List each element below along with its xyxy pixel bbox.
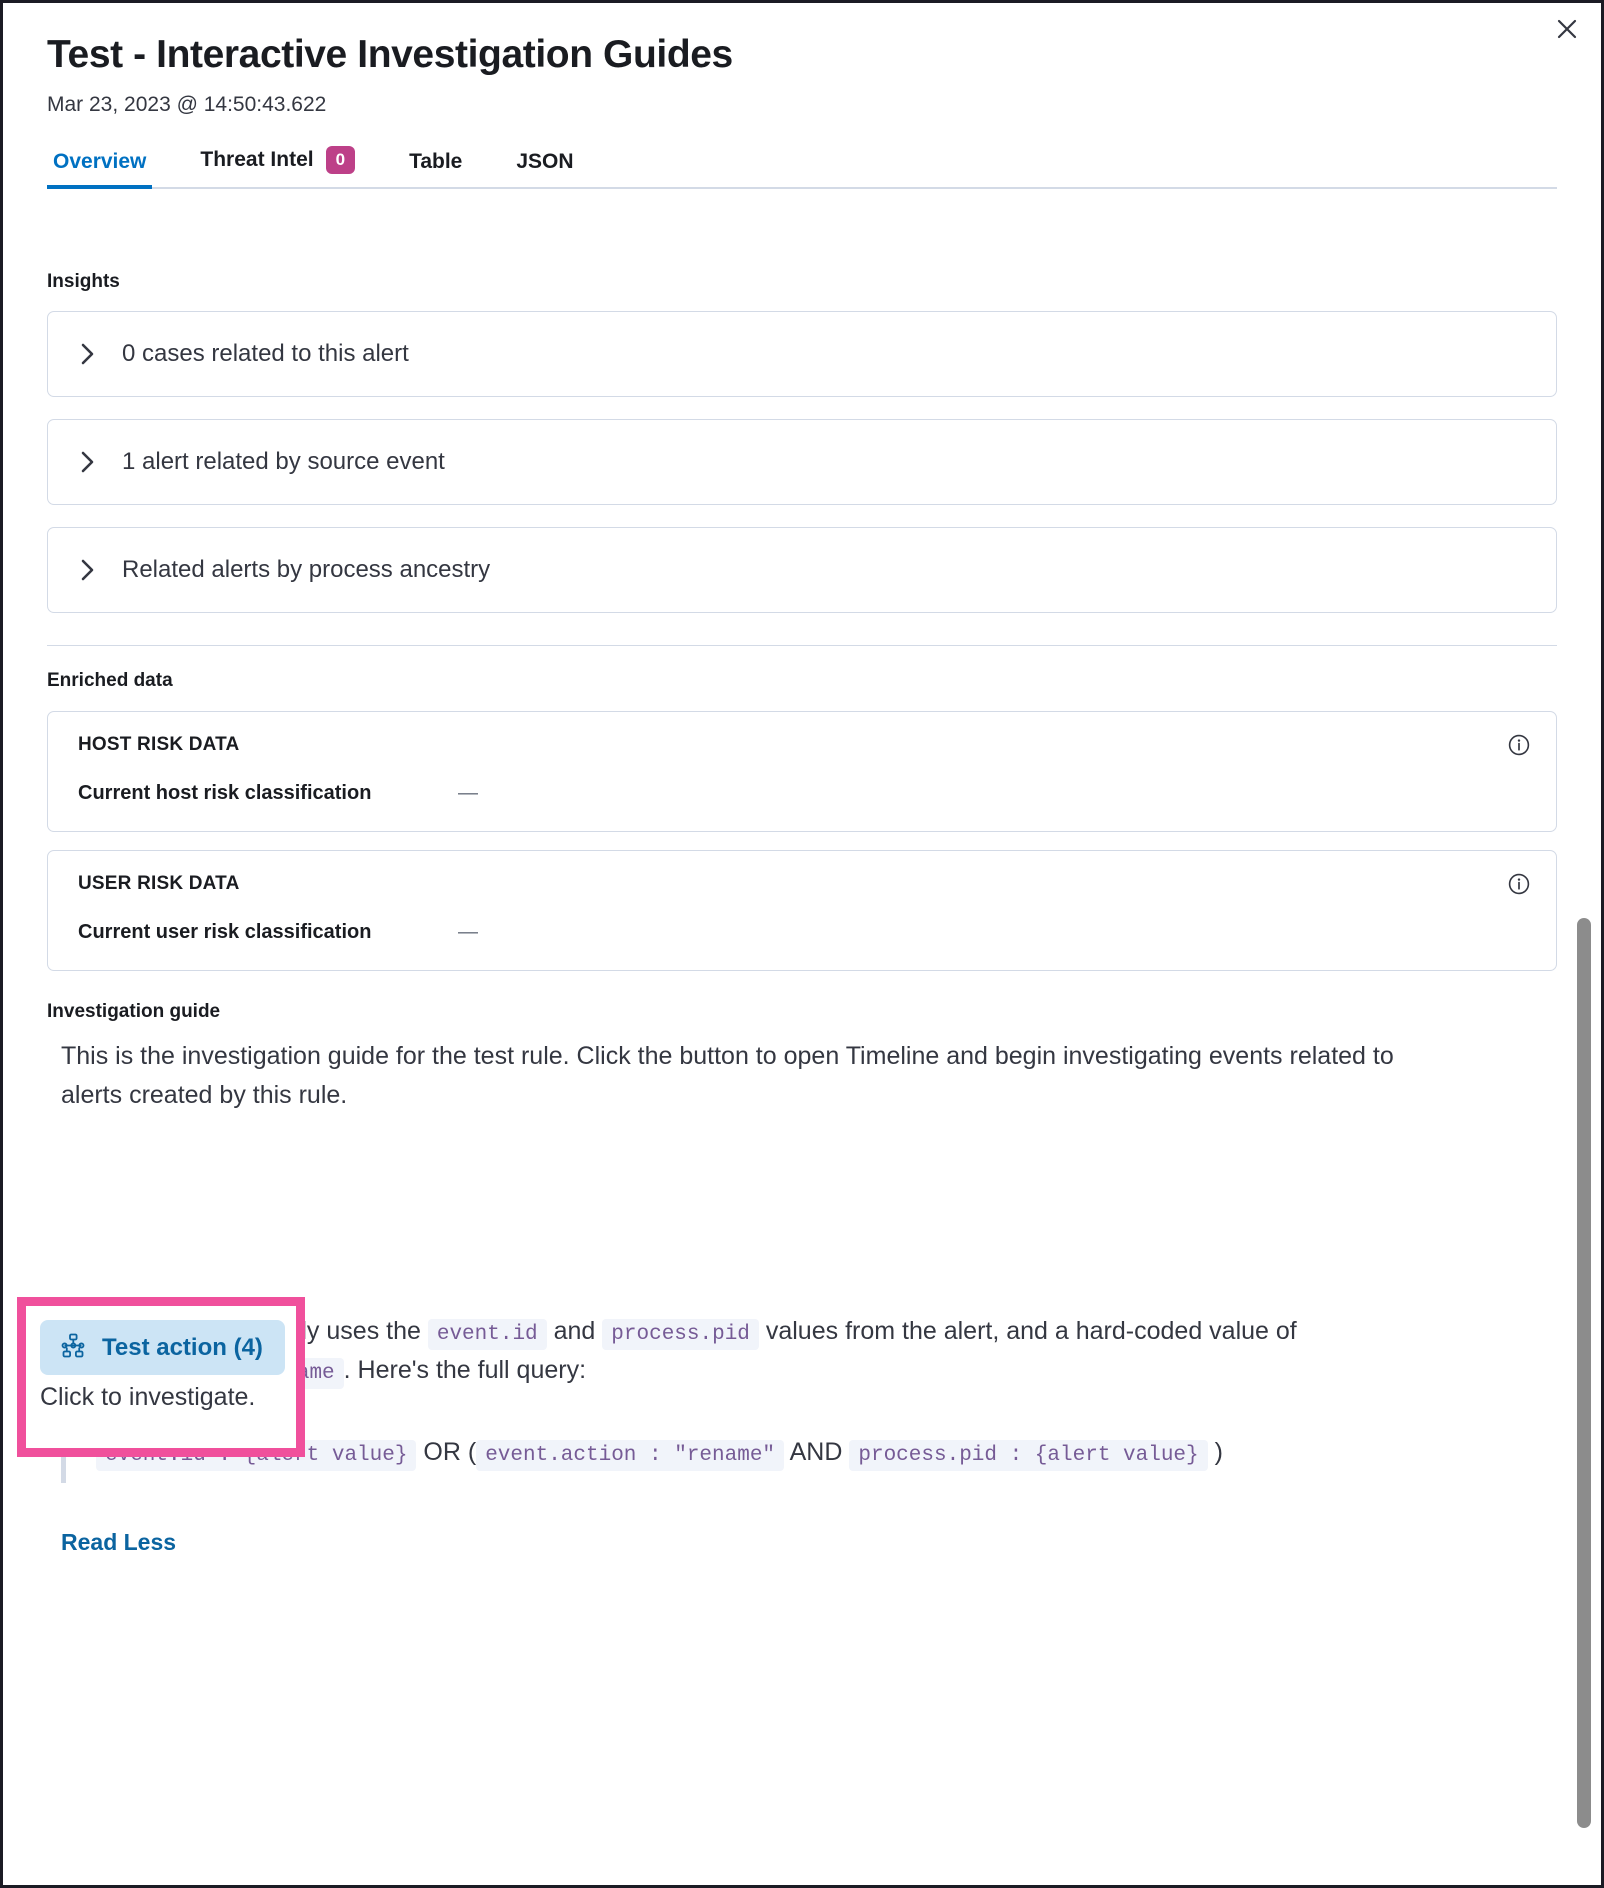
tab-threat-intel[interactable]: Threat Intel 0	[194, 145, 361, 187]
host-risk-row: Current host risk classification —	[78, 782, 1526, 805]
status-badge: 0	[325, 146, 356, 174]
analyzer-graph-icon	[60, 1333, 86, 1362]
annotation-highlight-box: Test action (4) Click to investigate.	[17, 1297, 305, 1457]
tab-overview[interactable]: Overview	[47, 149, 153, 189]
chevron-right-icon	[78, 557, 98, 583]
query-code-2: event.action : "rename"	[476, 1440, 785, 1472]
test-action-button[interactable]: Test action (4)	[40, 1320, 285, 1375]
query-op-and: AND	[789, 1438, 843, 1467]
flyout-header: Test - Interactive Investigation Guides …	[3, 3, 1601, 118]
desc-part3: . Here's the full query:	[343, 1356, 587, 1385]
code-process-pid: process.pid	[602, 1318, 759, 1350]
guide-intro-text: This is the investigation guide for the …	[61, 1042, 1394, 1110]
read-less-link[interactable]: Read Less	[61, 1529, 176, 1556]
tab-bar: Overview Threat Intel 0 Table JSON	[47, 145, 1557, 189]
host-risk-key: Current host risk classification	[78, 782, 372, 804]
alert-timestamp: Mar 23, 2023 @ 14:50:43.622	[47, 92, 327, 116]
insights-section-title: Insights	[47, 271, 120, 292]
host-risk-value: —	[458, 782, 478, 804]
code-event-id: event.id	[427, 1318, 547, 1350]
chevron-right-icon	[78, 449, 98, 475]
action-block-spacer	[61, 1116, 1557, 1312]
user-risk-data-card: USER RISK DATA Current user risk classif…	[47, 850, 1557, 971]
query-paren-open: (	[467, 1438, 477, 1467]
desc-and: and	[546, 1316, 603, 1345]
page-title: Test - Interactive Investigation Guides	[47, 33, 733, 76]
test-action-label: Test action (4)	[102, 1333, 263, 1361]
overview-tab-panel: Insights 0 cases related to this alert 1…	[3, 246, 1601, 1885]
host-risk-data-card: HOST RISK DATA Current host risk classif…	[47, 711, 1557, 832]
scrollbar-track[interactable]	[1575, 246, 1593, 1881]
insight-source-event-label: 1 alert related by source event	[122, 448, 445, 475]
query-paren-close: )	[1214, 1438, 1223, 1467]
investigation-guide-title: Investigation guide	[47, 1001, 221, 1022]
user-risk-key: Current user risk classification	[78, 921, 372, 943]
close-icon[interactable]	[1547, 9, 1587, 49]
host-risk-title: HOST RISK DATA	[78, 734, 240, 755]
info-icon[interactable]	[1508, 873, 1530, 895]
insights-accordion-list: 0 cases related to this alert 1 alert re…	[47, 311, 1557, 613]
scrollbar-thumb[interactable]	[1577, 918, 1591, 1828]
tab-json[interactable]: JSON	[510, 149, 579, 187]
close-x-glyph	[1557, 19, 1577, 39]
section-divider	[47, 645, 1557, 646]
insight-process-ancestry-row[interactable]: Related alerts by process ancestry	[47, 527, 1557, 613]
insight-cases-label: 0 cases related to this alert	[122, 340, 409, 367]
analyzer-graph-glyph	[61, 1333, 85, 1358]
chevron-right-icon	[78, 341, 98, 367]
alert-details-flyout: Test - Interactive Investigation Guides …	[0, 0, 1604, 1888]
insight-source-event-row[interactable]: 1 alert related by source event	[47, 419, 1557, 505]
user-risk-value: —	[458, 921, 478, 943]
query-op-or: OR	[423, 1438, 461, 1467]
user-risk-row: Current user risk classification —	[78, 921, 1526, 944]
user-risk-title: USER RISK DATA	[78, 873, 240, 894]
insight-cases-row[interactable]: 0 cases related to this alert	[47, 311, 1557, 397]
tab-table-label: Table	[409, 149, 463, 173]
enriched-data-list: HOST RISK DATA Current host risk classif…	[47, 711, 1557, 971]
info-icon[interactable]	[1508, 734, 1530, 756]
enriched-data-section-title: Enriched data	[47, 670, 173, 691]
click-to-investigate-text: Click to investigate.	[40, 1383, 256, 1411]
tab-json-label: JSON	[516, 149, 574, 173]
tab-threat-intel-label: Threat Intel	[200, 148, 314, 172]
desc-part2: values from the alert, and a hard-coded …	[758, 1316, 1297, 1345]
tab-overview-label: Overview	[53, 149, 147, 173]
query-code-3: process.pid : {alert value}	[849, 1440, 1208, 1472]
insight-process-ancestry-label: Related alerts by process ancestry	[122, 556, 491, 583]
tab-table[interactable]: Table	[403, 149, 468, 187]
